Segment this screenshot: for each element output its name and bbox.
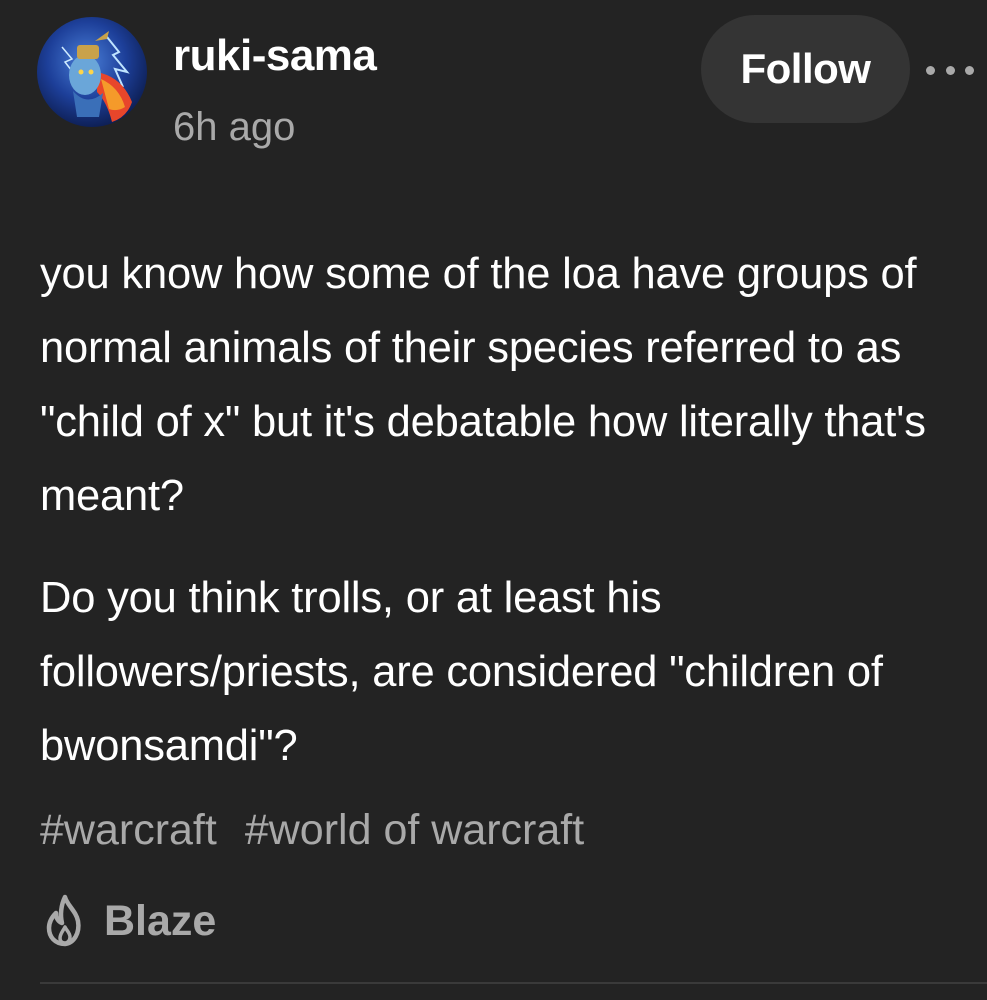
post-paragraph: you know how some of the loa have groups… — [40, 250, 926, 520]
ellipsis-dot — [926, 65, 935, 75]
avatar-image — [37, 17, 147, 127]
tag-link[interactable]: #warcraft — [40, 800, 217, 860]
blaze-button[interactable]: Blaze — [40, 893, 216, 949]
post-timestamp: 6h ago — [173, 105, 296, 149]
follow-button[interactable]: Follow — [701, 15, 910, 123]
ellipsis-icon[interactable] — [926, 60, 974, 80]
author-avatar[interactable] — [37, 17, 147, 127]
divider — [40, 982, 987, 984]
post-paragraph: Do you think trolls, or at least his fol… — [40, 574, 883, 770]
flame-icon — [40, 893, 90, 949]
author-username[interactable]: ruki-sama — [173, 30, 377, 82]
ellipsis-dot — [965, 65, 974, 75]
post-tags: #warcraft #world of warcraft — [40, 800, 584, 860]
ellipsis-dot — [945, 65, 955, 75]
blaze-label: Blaze — [104, 897, 217, 945]
post-body: you know how some of the loa have groups… — [40, 237, 960, 783]
tag-link[interactable]: #world of warcraft — [245, 800, 584, 860]
post-card: ruki-sama 6h ago Follow you know how som… — [0, 0, 987, 1000]
